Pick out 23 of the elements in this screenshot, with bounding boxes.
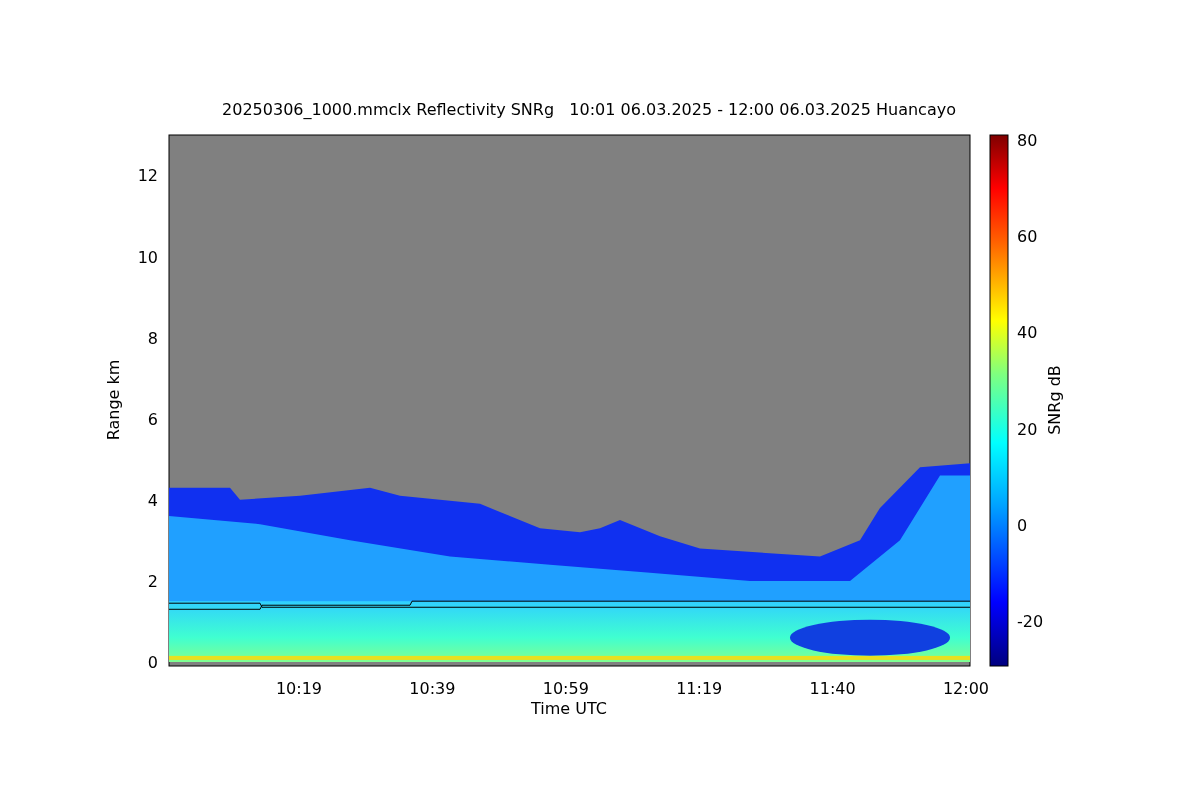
y-tick-label: 8 <box>147 328 158 348</box>
y-tick-label: 10 <box>137 247 158 267</box>
x-axis-label: Time UTC <box>531 699 607 718</box>
y-tick-label: 0 <box>147 653 158 672</box>
colorbar-tick-label: 80 <box>1017 131 1038 150</box>
colorbar-label: SNRg dB <box>1045 365 1064 435</box>
x-tick-label: 11:40 <box>809 679 856 698</box>
x-tick-label: 10:59 <box>542 679 589 698</box>
y-tick-label: 2 <box>147 571 158 591</box>
x-tick-label: 11:19 <box>676 679 723 698</box>
colorbar-tick-label: 20 <box>1017 419 1038 439</box>
y-axis-label: Range km <box>104 359 123 441</box>
colorbar-tick-label: 40 <box>1017 323 1038 343</box>
x-tick-label: 10:39 <box>409 679 456 698</box>
y-tick-label: 4 <box>147 490 158 510</box>
x-tick-label: 12:00 <box>942 679 990 698</box>
colorbar-tick-label: -20 <box>1017 612 1044 631</box>
y-tick-label: 6 <box>147 409 158 429</box>
y-tick-label: 12 <box>137 166 158 186</box>
x-tick-label: 10:19 <box>275 679 323 698</box>
plot-title: 20250306_1000.mmclx Reflectivity SNRg 10:01 06.03.2025 - 12:00 06.03.2025 Huancayo <box>222 100 956 119</box>
colorbar-tick-label: 0 <box>1017 515 1028 535</box>
colorbar-tick-label: 60 <box>1017 227 1038 247</box>
